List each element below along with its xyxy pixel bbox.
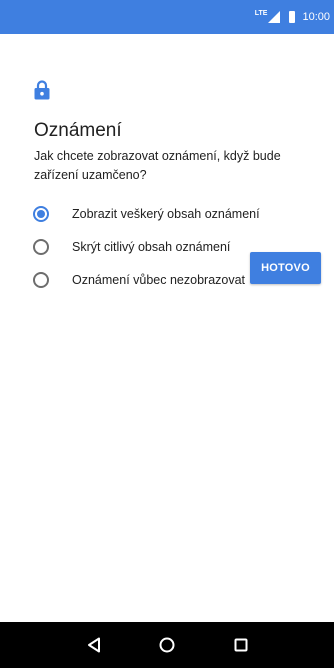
- option-show-all[interactable]: Zobrazit veškerý obsah oznámení: [0, 198, 334, 230]
- lock-icon: [34, 80, 50, 100]
- status-time: 10:00: [302, 11, 330, 23]
- screen: LTE 10:00 Oznámení Jak chcete zobrazovat…: [0, 0, 334, 668]
- recents-button[interactable]: [211, 622, 271, 668]
- back-button[interactable]: [64, 622, 124, 668]
- option-label: Oznámení vůbec nezobrazovat: [72, 273, 246, 287]
- home-icon: [159, 637, 175, 653]
- network-type-label: LTE: [254, 9, 268, 17]
- option-label: Skrýt citlivý obsah oznámení: [72, 240, 231, 254]
- option-label: Zobrazit veškerý obsah oznámení: [72, 207, 260, 221]
- radio-hide-sensitive[interactable]: [33, 239, 49, 255]
- done-button[interactable]: HOTOVO: [250, 252, 321, 284]
- recents-icon: [234, 638, 248, 652]
- battery-icon: [289, 11, 296, 23]
- lte-signal-icon: [268, 11, 281, 23]
- status-bar: LTE 10:00: [0, 0, 334, 34]
- navigation-bar: [0, 622, 334, 668]
- page-title: Oznámení: [34, 120, 122, 141]
- page-subtitle: Jak chcete zobrazovat oznámení, když bud…: [34, 149, 281, 182]
- back-icon: [88, 637, 100, 653]
- radio-show-all[interactable]: [33, 206, 49, 222]
- home-button[interactable]: [137, 622, 197, 668]
- radio-hide-all[interactable]: [33, 272, 49, 288]
